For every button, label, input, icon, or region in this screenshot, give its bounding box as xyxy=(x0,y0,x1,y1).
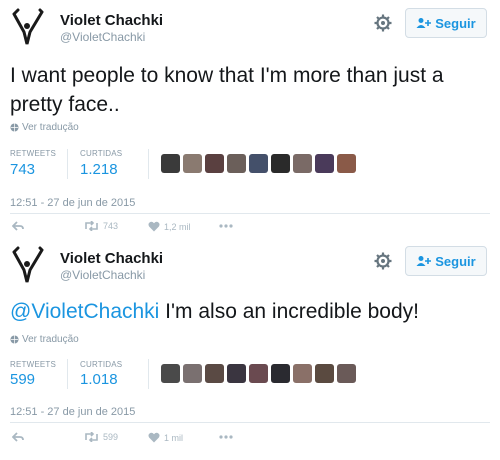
user-handle[interactable]: @VioletChachki xyxy=(60,268,145,282)
globe-icon xyxy=(10,335,19,344)
likes-label: CURTIDAS xyxy=(80,149,123,158)
add-user-icon xyxy=(416,18,432,28)
reply-button[interactable] xyxy=(12,432,24,442)
gear-icon[interactable] xyxy=(373,13,393,33)
follow-button[interactable]: Seguir xyxy=(405,246,487,276)
action-retweet-count: 599 xyxy=(103,432,119,442)
reply-icon xyxy=(12,221,24,231)
user-name[interactable]: Violet Chachki xyxy=(60,12,163,29)
follow-label: Seguir xyxy=(435,15,476,31)
heart-icon xyxy=(148,432,160,443)
retweet-button[interactable]: 599 xyxy=(84,432,118,442)
liker-avatar[interactable] xyxy=(337,364,356,383)
translate-link[interactable]: Ver tradução xyxy=(10,122,79,133)
liker-avatar[interactable] xyxy=(227,154,246,173)
action-like-count: 1,2 mil xyxy=(164,221,191,232)
heart-icon xyxy=(148,221,160,232)
tweet-text: I want people to know that I'm more than… xyxy=(10,61,490,119)
retweet-icon xyxy=(85,221,98,231)
liker-avatar[interactable] xyxy=(293,364,312,383)
more-icon xyxy=(219,435,233,439)
liker-avatars xyxy=(161,154,356,173)
stat-divider xyxy=(148,149,149,179)
liker-avatar[interactable] xyxy=(315,364,334,383)
stat-divider xyxy=(67,359,68,389)
liker-avatar[interactable] xyxy=(183,154,202,173)
liker-avatars xyxy=(161,364,356,383)
reply-icon xyxy=(12,432,24,442)
liker-avatar[interactable] xyxy=(271,364,290,383)
liker-avatar[interactable] xyxy=(249,364,268,383)
user-name[interactable]: Violet Chachki xyxy=(60,250,163,267)
add-user-icon xyxy=(416,256,432,266)
tweet-timestamp[interactable]: 12:51 - 27 de jun de 2015 xyxy=(10,197,135,209)
retweet-button[interactable]: 743 xyxy=(84,221,118,231)
liker-avatar[interactable] xyxy=(161,154,180,173)
divider xyxy=(10,422,490,423)
liker-avatar[interactable] xyxy=(205,364,224,383)
liker-avatar[interactable] xyxy=(271,154,290,173)
action-like-count: 1 mil xyxy=(164,432,184,443)
like-button[interactable]: 1,2 mil xyxy=(148,221,191,232)
follow-label: Seguir xyxy=(435,253,476,269)
retweets-count[interactable]: 599 xyxy=(10,371,35,388)
like-button[interactable]: 1 mil xyxy=(148,432,183,443)
liker-avatar[interactable] xyxy=(249,154,268,173)
likes-count[interactable]: 1.018 xyxy=(80,371,118,388)
retweets-label: RETWEETS xyxy=(10,149,57,158)
reply-button[interactable] xyxy=(12,221,24,231)
likes-count[interactable]: 1.218 xyxy=(80,161,118,178)
liker-avatar[interactable] xyxy=(293,154,312,173)
tweet-timestamp[interactable]: 12:51 - 27 de jun de 2015 xyxy=(10,406,135,418)
globe-icon xyxy=(10,123,19,132)
translate-link[interactable]: Ver tradução xyxy=(10,334,79,345)
more-icon xyxy=(219,224,233,228)
tweet-body: I want people to know that I'm more than… xyxy=(10,64,444,116)
liker-avatar[interactable] xyxy=(337,154,356,173)
divider xyxy=(10,213,490,214)
translate-label: Ver tradução xyxy=(22,334,79,345)
more-button[interactable] xyxy=(218,221,234,231)
tweet-body: I'm also an incredible body! xyxy=(159,300,419,323)
retweets-label: RETWEETS xyxy=(10,360,57,369)
liker-avatar[interactable] xyxy=(227,364,246,383)
more-button[interactable] xyxy=(218,432,234,442)
likes-label: CURTIDAS xyxy=(80,360,123,369)
tweet-text: @VioletChachki I'm also an incredible bo… xyxy=(10,297,490,326)
liker-avatar[interactable] xyxy=(183,364,202,383)
retweets-count[interactable]: 743 xyxy=(10,161,35,178)
action-retweet-count: 743 xyxy=(103,221,119,231)
retweet-icon xyxy=(85,432,98,442)
avatar-icon[interactable] xyxy=(10,8,46,48)
stat-divider xyxy=(67,149,68,179)
follow-button[interactable]: Seguir xyxy=(405,8,487,38)
mention-link[interactable]: @VioletChachki xyxy=(10,300,159,323)
avatar-icon[interactable] xyxy=(10,246,46,286)
liker-avatar[interactable] xyxy=(205,154,224,173)
gear-icon[interactable] xyxy=(373,251,393,271)
stat-divider xyxy=(148,359,149,389)
liker-avatar[interactable] xyxy=(161,364,180,383)
translate-label: Ver tradução xyxy=(22,122,79,133)
liker-avatar[interactable] xyxy=(315,154,334,173)
user-handle[interactable]: @VioletChachki xyxy=(60,30,145,44)
